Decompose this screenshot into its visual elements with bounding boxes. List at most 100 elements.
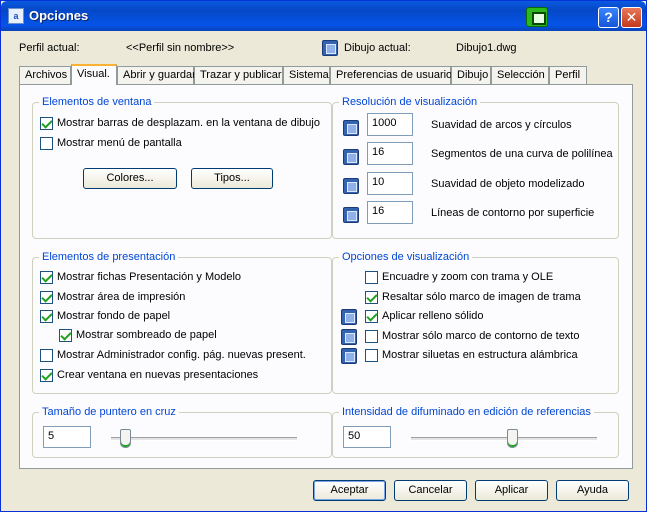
fonts-button[interactable]: Tipos... — [191, 168, 273, 189]
checkbox-box[interactable] — [365, 310, 378, 323]
checkbox-box[interactable] — [40, 137, 53, 150]
colors-button[interactable]: Colores... — [83, 168, 177, 189]
tab-abrir-guardar[interactable]: Abrir y guardar — [117, 66, 196, 84]
contour-lines-label: Líneas de contorno por superficie — [431, 207, 595, 219]
close-button[interactable]: ✕ — [621, 7, 642, 28]
tab-dibujo[interactable]: Dibujo — [451, 66, 491, 84]
arc-smoothness-label: Suavidad de arcos y círculos — [431, 119, 572, 131]
drawing-saved-icon — [343, 149, 359, 165]
checkbox-box[interactable] — [59, 329, 72, 342]
tab-seleccion[interactable]: Selección — [491, 66, 549, 84]
polyline-segments-label: Segmentos de una curva de polilínea — [431, 148, 613, 160]
checkbox-box[interactable] — [365, 349, 378, 362]
group-resolution: Resolución de visualización 1000 Suavida… — [332, 96, 619, 239]
text-boundary-checkbox[interactable]: Mostrar sólo marco de contorno de texto — [365, 330, 579, 344]
printable-area-checkbox[interactable]: Mostrar área de impresión — [40, 291, 185, 305]
contour-lines-input[interactable]: 16 — [367, 201, 413, 224]
group-crosshair-size: Tamaño de puntero en cruz 5 — [32, 406, 332, 458]
apply-button[interactable]: Aplicar — [475, 480, 548, 501]
checkbox-label: Mostrar sólo marco de contorno de texto — [382, 330, 580, 342]
checkbox-box[interactable] — [365, 291, 378, 304]
xref-fade-input[interactable]: 50 — [343, 426, 391, 448]
tab-perfil[interactable]: Perfil — [549, 66, 587, 84]
options-dialog: a Opciones ? ✕ Perfil actual: <<Perfil s… — [0, 0, 647, 512]
checkbox-label: Mostrar siluetas en estructura alámbrica — [382, 349, 578, 361]
arc-smoothness-input[interactable]: 1000 — [367, 113, 413, 136]
group-xref-fade: Intensidad de difuminado en edición de r… — [332, 406, 619, 458]
group-title: Intensidad de difuminado en edición de r… — [339, 406, 594, 418]
profile-label: Perfil actual: — [19, 42, 80, 54]
checkbox-label: Mostrar fondo de papel — [57, 310, 171, 322]
checkbox-label: Resaltar sólo marco de imagen de trama — [382, 291, 581, 303]
group-layout-elements: Elementos de presentación Mostrar fichas… — [32, 251, 332, 394]
drawing-value: Dibujo1.dwg — [456, 42, 517, 54]
crosshair-size-input[interactable]: 5 — [43, 426, 91, 448]
group-title: Elementos de ventana — [39, 96, 155, 108]
create-viewport-checkbox[interactable]: Crear ventana en nuevas presentaciones — [40, 369, 258, 383]
window-title: Opciones — [29, 8, 89, 23]
drawing-label: Dibujo actual: — [344, 42, 411, 54]
drawing-icon — [322, 40, 338, 56]
tab-sistema[interactable]: Sistema — [283, 66, 330, 84]
group-display-options: Opciones de visualización Encuadre y zoo… — [332, 251, 619, 394]
polyline-segments-input[interactable]: 16 — [367, 142, 413, 165]
checkbox-label: Mostrar menú de pantalla — [57, 137, 182, 149]
drawing-saved-icon — [343, 178, 359, 194]
app-icon: a — [8, 8, 24, 24]
tab-archivos[interactable]: Archivos — [19, 66, 71, 84]
highlight-raster-frame-checkbox[interactable]: Resaltar sólo marco de imagen de trama — [365, 291, 581, 305]
group-window-elements: Elementos de ventana Mostrar barras de d… — [32, 96, 332, 239]
checkbox-label: Mostrar área de impresión — [57, 291, 186, 303]
group-title: Elementos de presentación — [39, 251, 179, 263]
group-title: Resolución de visualización — [339, 96, 481, 108]
checkbox-label: Aplicar relleno sólido — [382, 310, 484, 322]
help-button[interactable]: Ayuda — [556, 480, 629, 501]
rendered-smoothness-label: Suavidad de objeto modelizado — [431, 178, 585, 190]
checkbox-label: Mostrar fichas Presentación y Modelo — [57, 271, 242, 283]
scrollbars-checkbox[interactable]: Mostrar barras de desplazam. en la venta… — [40, 117, 320, 131]
checkbox-label: Mostrar barras de desplazam. en la venta… — [57, 117, 320, 129]
crosshair-slider-track[interactable] — [111, 437, 297, 441]
silhouettes-checkbox[interactable]: Mostrar siluetas en estructura alámbrica — [365, 349, 578, 363]
tab-trazar-publicar[interactable]: Trazar y publicar — [194, 66, 283, 84]
drawing-saved-icon — [341, 348, 357, 364]
xref-fade-slider-track[interactable] — [411, 437, 597, 441]
checkbox-label: Encuadre y zoom con trama y OLE — [382, 271, 554, 283]
accept-button[interactable]: Aceptar — [313, 480, 386, 501]
checkbox-box[interactable] — [40, 271, 53, 284]
checkbox-box[interactable] — [365, 271, 378, 284]
crosshair-slider-thumb[interactable] — [119, 429, 131, 448]
printer-icon[interactable] — [526, 7, 548, 27]
help-icon-button[interactable]: ? — [598, 7, 619, 28]
drawing-saved-icon — [341, 309, 357, 325]
tab-visual[interactable]: Visual. — [71, 64, 117, 85]
checkbox-label: Crear ventana en nuevas presentaciones — [57, 369, 259, 381]
group-title: Tamaño de puntero en cruz — [39, 406, 179, 418]
checkbox-label: Mostrar sombreado de papel — [76, 329, 217, 341]
drawing-saved-icon — [343, 207, 359, 223]
xref-fade-slider-thumb[interactable] — [507, 429, 519, 448]
checkbox-box[interactable] — [40, 310, 53, 323]
checkbox-box[interactable] — [365, 330, 378, 343]
pan-zoom-raster-checkbox[interactable]: Encuadre y zoom con trama y OLE — [365, 271, 553, 285]
cancel-button[interactable]: Cancelar — [394, 480, 467, 501]
rendered-smoothness-input[interactable]: 10 — [367, 172, 413, 195]
page-setup-manager-checkbox[interactable]: Mostrar Administrador config. pág. nueva… — [40, 349, 306, 363]
checkbox-box[interactable] — [40, 117, 53, 130]
paper-background-checkbox[interactable]: Mostrar fondo de papel — [40, 310, 170, 324]
drawing-saved-icon — [343, 120, 359, 136]
solid-fill-checkbox[interactable]: Aplicar relleno sólido — [365, 310, 484, 324]
profile-value: <<Perfil sin nombre>> — [126, 42, 235, 54]
title-bar[interactable]: a Opciones ? ✕ — [1, 1, 646, 31]
tab-panel-visual: Elementos de ventana Mostrar barras de d… — [19, 84, 633, 469]
checkbox-box[interactable] — [40, 349, 53, 362]
paper-shadow-checkbox[interactable]: Mostrar sombreado de papel — [59, 329, 217, 343]
checkbox-box[interactable] — [40, 291, 53, 304]
drawing-saved-icon — [341, 329, 357, 345]
screen-menu-checkbox[interactable]: Mostrar menú de pantalla — [40, 137, 182, 151]
layout-tabs-checkbox[interactable]: Mostrar fichas Presentación y Modelo — [40, 271, 241, 285]
tab-preferencias[interactable]: Preferencias de usuario — [330, 66, 452, 84]
checkbox-label: Mostrar Administrador config. pág. nueva… — [57, 349, 306, 361]
group-title: Opciones de visualización — [339, 251, 473, 263]
checkbox-box[interactable] — [40, 369, 53, 382]
